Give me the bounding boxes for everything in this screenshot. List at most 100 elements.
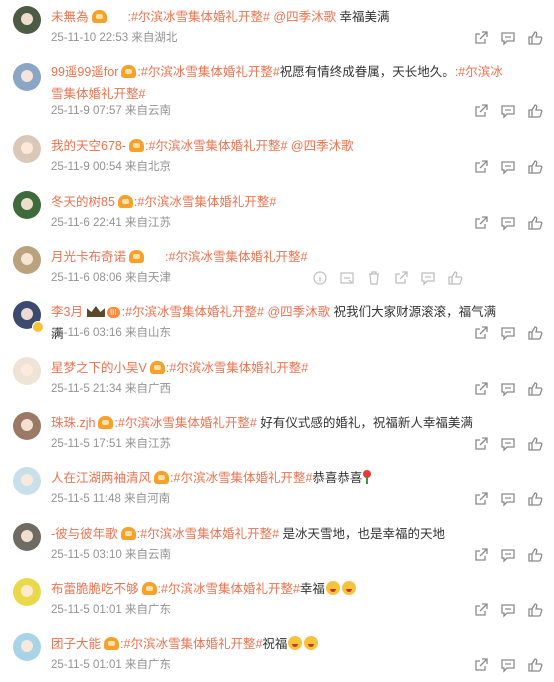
location-source: 来自云南	[124, 549, 171, 561]
comment-icon[interactable]	[500, 381, 516, 397]
delete-icon[interactable]	[366, 270, 382, 286]
topic-link[interactable]: :#尔滨冰雪集体婚礼开整#	[137, 527, 279, 541]
location-source: 来自山东	[124, 327, 171, 339]
share-icon[interactable]	[473, 547, 489, 563]
location-source: 来自云南	[124, 105, 171, 117]
comment-meta: 25-11-5 11:48 来自河南	[51, 491, 170, 507]
username-link[interactable]: 星梦之下的小吴V	[51, 361, 147, 375]
comment-icon[interactable]	[500, 103, 516, 119]
topic-link[interactable]: :#尔滨冰雪集体婚礼开整#	[165, 250, 307, 264]
avatar[interactable]	[13, 467, 41, 495]
mention-link[interactable]: @四季沐歌	[270, 10, 336, 24]
info-icon[interactable]	[312, 270, 328, 286]
share-icon[interactable]	[473, 381, 489, 397]
topic-link[interactable]: :#尔滨冰雪集体婚礼开整#	[170, 471, 312, 485]
emoji-icon	[288, 636, 303, 650]
avatar[interactable]	[13, 357, 41, 385]
hide-icon[interactable]	[339, 270, 355, 286]
topic-link[interactable]: :#尔滨冰雪集体婚礼开整#	[166, 361, 308, 375]
username-link[interactable]: -彼与彼年歌	[51, 527, 118, 541]
like-icon[interactable]	[527, 547, 543, 563]
like-icon[interactable]	[527, 657, 543, 673]
share-icon[interactable]	[473, 215, 489, 231]
emoji-icon	[304, 636, 319, 650]
topic-link[interactable]: :#尔滨冰雪集体婚礼开整#	[134, 195, 276, 209]
location-source: 来自天津	[124, 272, 171, 284]
like-icon[interactable]	[527, 602, 543, 618]
username-link[interactable]: 人在江湖两袖清风	[51, 471, 151, 485]
level-badge: III	[106, 307, 120, 318]
comment-icon[interactable]	[500, 30, 516, 46]
like-icon[interactable]	[527, 103, 543, 119]
topic-link[interactable]: :#尔滨冰雪集体婚礼开整#	[158, 582, 300, 596]
avatar-face	[21, 640, 33, 652]
share-icon[interactable]	[473, 159, 489, 175]
comment-body: 幸福美满	[336, 10, 390, 24]
avatar-face	[21, 419, 33, 431]
timestamp: 25-11-6 08:06	[51, 272, 122, 284]
username-link[interactable]: 布蕾脆脆吃不够	[51, 582, 139, 596]
username-link[interactable]: 团子大能	[51, 637, 101, 651]
username-link[interactable]: 99遥99遥for	[51, 65, 118, 79]
avatar[interactable]	[13, 412, 41, 440]
comment-icon[interactable]	[420, 270, 436, 286]
comment-actions	[463, 215, 543, 233]
share-icon[interactable]	[393, 270, 409, 286]
comment-icon[interactable]	[500, 159, 516, 175]
share-icon[interactable]	[473, 103, 489, 119]
avatar[interactable]	[13, 523, 41, 551]
like-icon[interactable]	[527, 436, 543, 452]
avatar[interactable]	[13, 135, 41, 163]
avatar[interactable]	[13, 633, 41, 661]
share-icon[interactable]	[473, 491, 489, 507]
like-icon[interactable]	[527, 215, 543, 231]
like-icon[interactable]	[447, 270, 463, 286]
avatar[interactable]	[13, 578, 41, 606]
topic-link[interactable]: :#尔滨冰雪集体婚礼开整#	[120, 637, 262, 651]
emoji-icon	[325, 581, 340, 595]
topic-link[interactable]: :#尔滨冰雪集体婚礼开整#	[114, 416, 256, 430]
username-link[interactable]: 月光卡布奇诺	[51, 250, 126, 264]
mention-link[interactable]: @四季沐歌	[264, 305, 330, 319]
avatar[interactable]	[13, 6, 41, 34]
share-icon[interactable]	[473, 325, 489, 341]
like-icon[interactable]	[527, 325, 543, 341]
mention-link[interactable]: @四季沐歌	[287, 139, 354, 153]
timestamp: 25-11-10 22:53	[51, 32, 129, 44]
comment-icon[interactable]	[500, 547, 516, 563]
share-icon[interactable]	[473, 657, 489, 673]
avatar-face	[21, 142, 33, 154]
comment-actions	[463, 103, 543, 121]
comment-icon[interactable]	[500, 491, 516, 507]
avatar[interactable]	[13, 191, 41, 219]
like-icon[interactable]	[527, 159, 543, 175]
comment-text: 星梦之下的小吴V :#尔滨冰雪集体婚礼开整#	[51, 357, 506, 379]
username-link[interactable]: 李3月	[51, 305, 83, 319]
comment-body: 是冰天雪地，也是幸福的天地	[279, 527, 446, 541]
username-link[interactable]: 我的天空678-	[51, 139, 126, 153]
username-link[interactable]: 未無為	[51, 10, 89, 24]
share-icon[interactable]	[473, 436, 489, 452]
topic-link[interactable]: :#尔滨冰雪集体婚礼开整#	[128, 10, 270, 24]
comment-icon[interactable]	[500, 436, 516, 452]
comment-icon[interactable]	[500, 215, 516, 231]
like-icon[interactable]	[527, 491, 543, 507]
topic-link[interactable]: :#尔滨冰雪集体婚礼开整#	[137, 65, 279, 79]
comment-text: 人在江湖两袖清风:#尔滨冰雪集体婚礼开整#恭喜恭喜	[51, 467, 506, 489]
comment-icon[interactable]	[500, 325, 516, 341]
avatar[interactable]	[13, 63, 41, 91]
topic-link[interactable]: :#尔滨冰雪集体婚礼开整#	[122, 305, 264, 319]
comment-meta: 25-11-5 17:51 来自江苏	[51, 436, 171, 452]
avatar[interactable]	[13, 246, 41, 274]
like-icon[interactable]	[527, 30, 543, 46]
like-icon[interactable]	[527, 381, 543, 397]
avatar-face	[21, 253, 33, 265]
comment-icon[interactable]	[500, 602, 516, 618]
comment-text: 冬天的树85 :#尔滨冰雪集体婚礼开整#	[51, 191, 506, 213]
username-link[interactable]: 冬天的树85	[51, 195, 115, 209]
share-icon[interactable]	[473, 30, 489, 46]
topic-link[interactable]: :#尔滨冰雪集体婚礼开整#	[145, 139, 287, 153]
comment-icon[interactable]	[500, 657, 516, 673]
username-link[interactable]: 珠珠.zjh	[51, 416, 95, 430]
share-icon[interactable]	[473, 602, 489, 618]
